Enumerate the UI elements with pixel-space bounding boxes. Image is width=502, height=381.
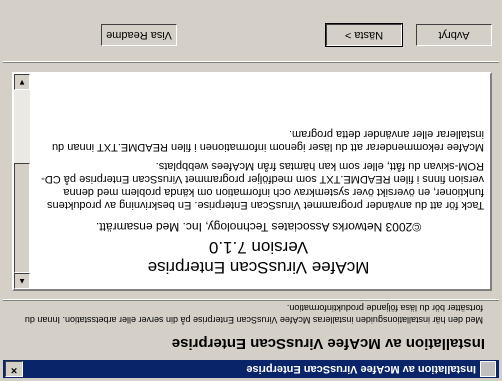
wizard-header: Installation av McAfee VirusScan Enterpr… [3, 301, 499, 359]
scroll-up-button[interactable]: ▲ [14, 273, 30, 289]
footer-divider [3, 61, 499, 63]
readme-paragraph-2: McAfee rekommenderar att du läser igenom… [51, 128, 484, 153]
header-divider [3, 299, 499, 301]
page-title: Installation av McAfee VirusScan Enterpr… [171, 335, 485, 352]
title-bar: Installation av McAfee VirusScan Enterpr… [3, 360, 499, 378]
close-button[interactable]: × [5, 361, 23, 377]
installer-window: Installation av McAfee VirusScan Enterpr… [0, 0, 502, 381]
view-readme-button[interactable]: Visa Readme [101, 24, 177, 46]
app-icon [480, 361, 496, 377]
vertical-scrollbar[interactable]: ▲ ▼ [14, 74, 30, 289]
product-version: Version 7.1.0 [208, 238, 309, 257]
scroll-thumb[interactable] [14, 163, 30, 273]
readme-textbox[interactable]: McAfee VirusScan Enterprise Version 7.1.… [12, 72, 492, 291]
readme-content: McAfee VirusScan Enterprise Version 7.1.… [27, 74, 490, 289]
readme-paragraph-1: Tack för att du använder programmet Viru… [41, 160, 484, 211]
cancel-button[interactable]: Avbryt [416, 24, 492, 46]
scroll-down-button[interactable]: ▼ [14, 74, 30, 90]
page-description: Med den här installationsguiden installe… [24, 303, 483, 325]
copyright-text: ©2003 Networks Associates Technology, In… [95, 220, 422, 234]
next-button[interactable]: Nästa > [325, 23, 403, 47]
window-title: Installation av McAfee VirusScan Enterpr… [246, 363, 476, 375]
product-name: McAfee VirusScan Enterprise [147, 258, 370, 277]
